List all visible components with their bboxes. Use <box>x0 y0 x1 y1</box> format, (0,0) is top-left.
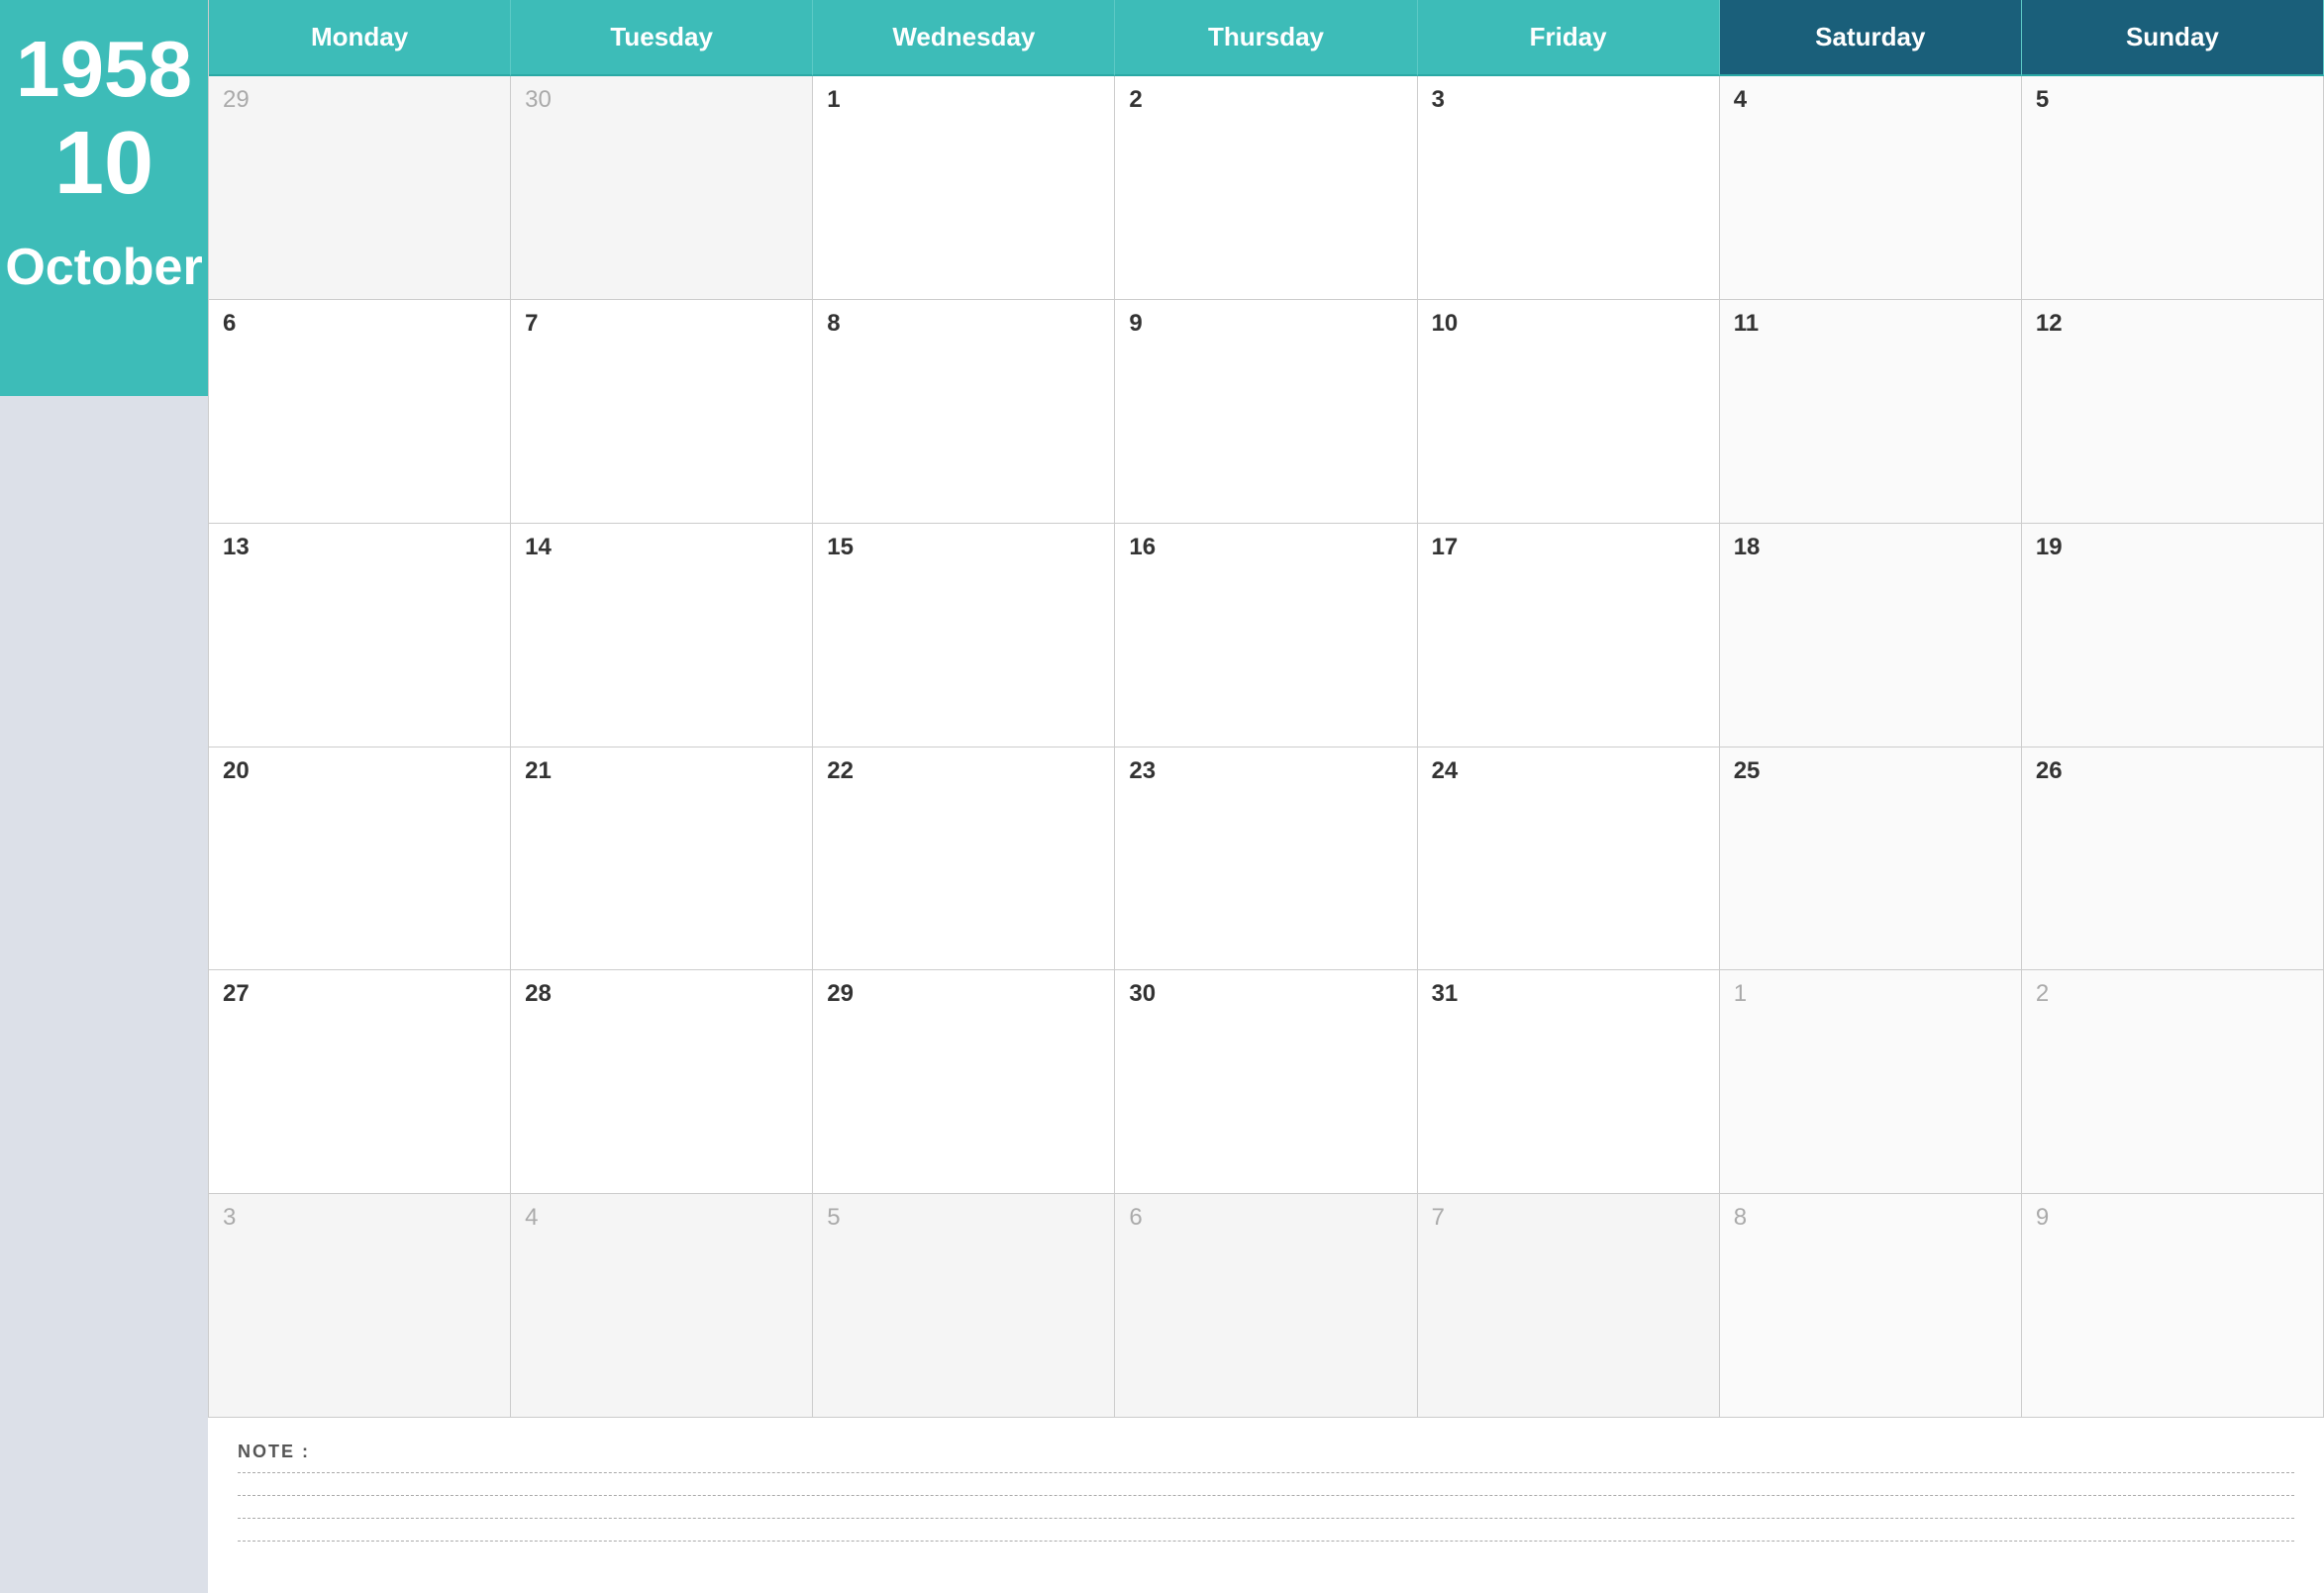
notes-section: NOTE : <box>208 1418 2324 1593</box>
table-row: 29 <box>813 970 1115 1194</box>
note-line-3 <box>238 1518 2294 1519</box>
header-saturday: Saturday <box>1720 0 2022 76</box>
main-content: Monday Tuesday Wednesday Thursday Friday… <box>208 0 2324 1593</box>
table-row: 2 <box>2022 970 2324 1194</box>
table-row: 16 <box>1115 524 1417 747</box>
table-row: 8 <box>1720 1194 2022 1418</box>
table-row: 9 <box>2022 1194 2324 1418</box>
table-row: 31 <box>1418 970 1720 1194</box>
table-row: 14 <box>511 524 813 747</box>
table-row: 18 <box>1720 524 2022 747</box>
calendar-container: 1958 10 October Monday Tuesday Wednesday… <box>0 0 2324 1593</box>
month-number-label: 10 <box>54 119 153 208</box>
table-row: 4 <box>1720 76 2022 300</box>
table-row: 4 <box>511 1194 813 1418</box>
table-row: 26 <box>2022 747 2324 971</box>
table-row: 1 <box>813 76 1115 300</box>
year-label: 1958 <box>16 30 192 109</box>
table-row: 6 <box>1115 1194 1417 1418</box>
table-row: 12 <box>2022 300 2324 524</box>
table-row: 3 <box>209 1194 511 1418</box>
table-row: 5 <box>2022 76 2324 300</box>
note-line-2 <box>238 1495 2294 1496</box>
sidebar: 1958 10 October <box>0 0 208 1593</box>
calendar-grid: Monday Tuesday Wednesday Thursday Friday… <box>208 0 2324 1418</box>
table-row: 10 <box>1418 300 1720 524</box>
table-row: 6 <box>209 300 511 524</box>
table-row: 27 <box>209 970 511 1194</box>
table-row: 21 <box>511 747 813 971</box>
table-row: 30 <box>1115 970 1417 1194</box>
table-row: 3 <box>1418 76 1720 300</box>
table-row: 29 <box>209 76 511 300</box>
table-row: 28 <box>511 970 813 1194</box>
table-row: 7 <box>1418 1194 1720 1418</box>
table-row: 22 <box>813 747 1115 971</box>
table-row: 15 <box>813 524 1115 747</box>
header-friday: Friday <box>1418 0 1720 76</box>
table-row: 23 <box>1115 747 1417 971</box>
table-row: 20 <box>209 747 511 971</box>
table-row: 11 <box>1720 300 2022 524</box>
note-line-1 <box>238 1472 2294 1473</box>
note-label: NOTE : <box>238 1442 2294 1462</box>
note-line-4 <box>238 1541 2294 1542</box>
table-row: 1 <box>1720 970 2022 1194</box>
table-row: 30 <box>511 76 813 300</box>
table-row: 25 <box>1720 747 2022 971</box>
table-row: 2 <box>1115 76 1417 300</box>
table-row: 19 <box>2022 524 2324 747</box>
table-row: 13 <box>209 524 511 747</box>
header-thursday: Thursday <box>1115 0 1417 76</box>
month-name-label: October <box>5 238 202 297</box>
table-row: 8 <box>813 300 1115 524</box>
header-sunday: Sunday <box>2022 0 2324 76</box>
table-row: 24 <box>1418 747 1720 971</box>
table-row: 17 <box>1418 524 1720 747</box>
header-monday: Monday <box>209 0 511 76</box>
table-row: 5 <box>813 1194 1115 1418</box>
table-row: 9 <box>1115 300 1417 524</box>
header-tuesday: Tuesday <box>511 0 813 76</box>
table-row: 7 <box>511 300 813 524</box>
header-wednesday: Wednesday <box>813 0 1115 76</box>
